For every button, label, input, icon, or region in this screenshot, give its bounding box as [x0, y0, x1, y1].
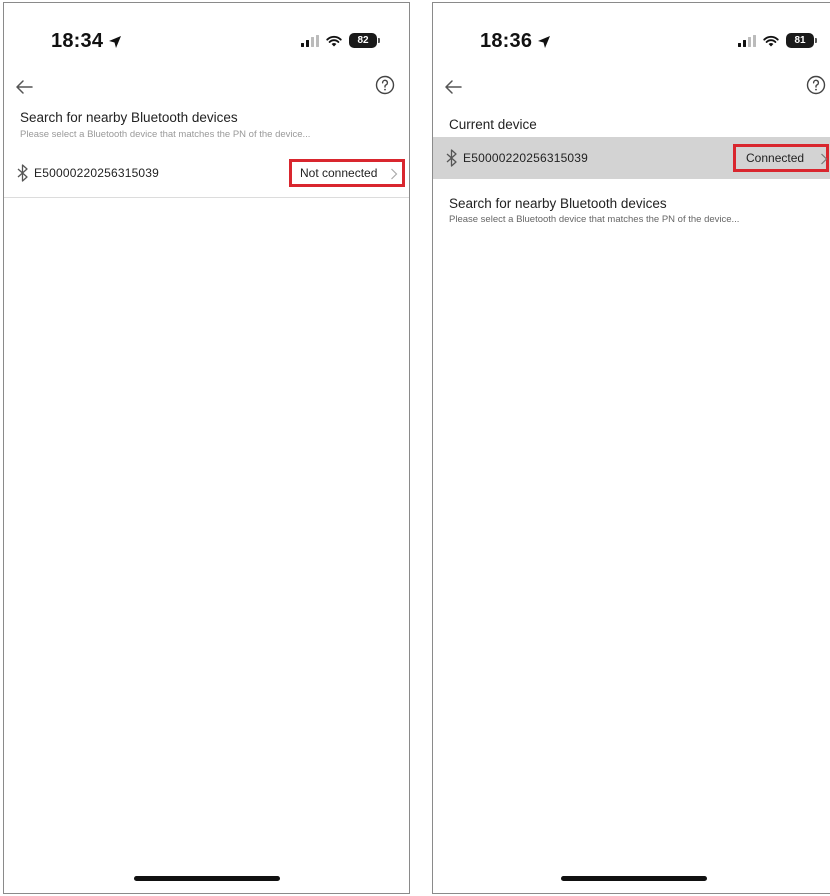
status-time-text: 18:36 — [480, 30, 533, 52]
battery-icon: 82 — [349, 33, 380, 48]
arrow-left-icon[interactable] — [441, 75, 465, 99]
status-bar: 18:34 82 — [4, 3, 409, 77]
phone-screen-1: 18:34 82 Search for nearby Bluetooth dev… — [3, 2, 410, 894]
status-time: 18:34 — [51, 30, 122, 53]
status-time-text: 18:34 — [51, 30, 104, 52]
question-circle-icon[interactable] — [804, 73, 828, 97]
search-section-subtitle: Please select a Bluetooth device that ma… — [449, 214, 740, 225]
device-name: E50000220256315039 — [463, 151, 589, 165]
list-divider — [4, 197, 409, 198]
status-bar: 18:36 81 — [433, 3, 830, 77]
chevron-right-icon — [391, 168, 398, 180]
connection-status-label: Connected — [746, 151, 805, 165]
cellular-signal-icon — [301, 34, 319, 47]
search-section-subtitle: Please select a Bluetooth device that ma… — [20, 129, 311, 140]
wifi-icon — [326, 35, 342, 46]
chevron-right-icon — [821, 153, 828, 165]
connection-status-label: Not connected — [300, 166, 378, 180]
connected-button[interactable]: Connected — [733, 144, 829, 172]
location-arrow-icon — [109, 36, 122, 48]
search-section-title: Search for nearby Bluetooth devices — [20, 110, 238, 125]
phone-screen-2: 18:36 81 Current device E500002202563150… — [432, 2, 830, 894]
arrow-left-icon[interactable] — [12, 75, 36, 99]
bluetooth-icon — [17, 164, 28, 182]
home-indicator[interactable] — [561, 876, 707, 881]
location-arrow-icon — [538, 36, 551, 48]
nav-bar — [433, 71, 830, 107]
not-connected-button[interactable]: Not connected — [289, 159, 405, 187]
current-device-row[interactable]: E50000220256315039 Connected — [433, 137, 830, 179]
status-time: 18:36 — [480, 30, 551, 53]
wifi-icon — [763, 35, 779, 46]
current-device-title: Current device — [449, 117, 537, 132]
nav-bar — [4, 71, 409, 107]
device-row[interactable]: E50000220256315039 Not connected — [4, 152, 409, 194]
question-circle-icon[interactable] — [373, 73, 397, 97]
device-name: E50000220256315039 — [34, 166, 160, 180]
status-icons: 82 — [301, 33, 380, 48]
home-indicator[interactable] — [134, 876, 280, 881]
bluetooth-icon — [446, 149, 457, 167]
status-icons: 81 — [738, 33, 817, 48]
search-section-title: Search for nearby Bluetooth devices — [449, 196, 667, 211]
battery-icon: 81 — [786, 33, 817, 48]
cellular-signal-icon — [738, 34, 756, 47]
